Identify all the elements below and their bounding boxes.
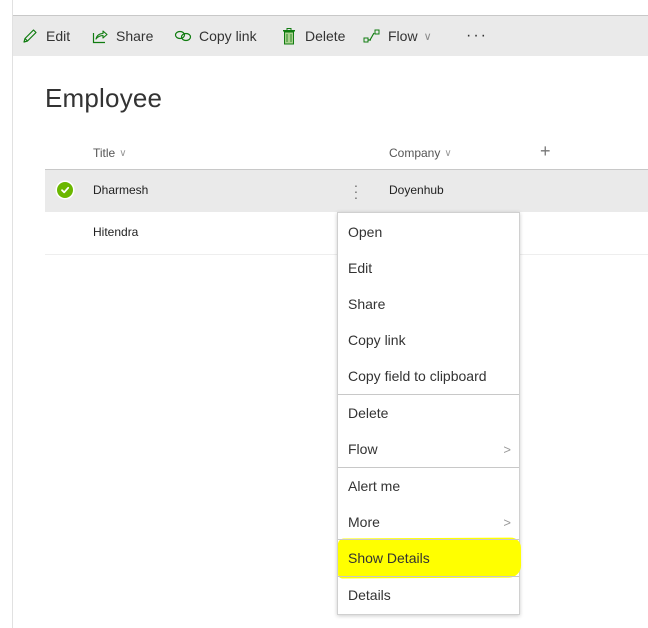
row-title-cell[interactable]: Hitendra [93,225,138,239]
add-column-button[interactable]: + [540,141,551,162]
menu-item-label: Show Details [348,550,430,566]
edit-label: Edit [46,28,71,44]
share-label: Share [116,28,154,44]
flow-label: Flow [388,28,418,44]
row-title-cell[interactable]: Dharmesh [93,183,148,197]
share-button[interactable]: Share [91,16,153,56]
row-selected-check-icon[interactable] [57,182,73,198]
table-row[interactable]: Dharmesh · · · Doyenhub [45,169,648,212]
delete-label: Delete [305,28,346,44]
menu-item-details[interactable]: Details [338,577,519,613]
page-left-border [12,0,13,628]
flow-icon [363,27,381,45]
column-header-company-label: Company [389,146,441,160]
more-options-button[interactable]: ··· [466,16,488,56]
copy-link-label: Copy link [199,28,257,44]
column-header-title-label: Title [93,146,116,160]
command-bar: Edit Share Copy link Delete Flow ∨ ··· [13,16,648,56]
pencil-icon [21,27,39,45]
row-company-cell: Doyenhub [389,183,444,197]
edit-button[interactable]: Edit [21,16,70,56]
chevron-down-icon: ∨ [444,147,452,159]
column-header-title[interactable]: Title ∨ [93,146,127,160]
chevron-down-icon: ∨ [423,30,432,43]
flow-dropdown-button[interactable]: Flow ∨ [363,16,432,56]
page-title: Employee [45,83,163,113]
copy-link-button[interactable]: Copy link [174,16,257,56]
menu-item-show-details[interactable]: Show Details [338,540,519,576]
suite-header-area [13,0,648,16]
share-icon [91,27,109,45]
trash-icon [280,27,298,45]
context-menu-overlay: Show Details Details [337,212,520,615]
delete-button[interactable]: Delete [280,16,345,56]
link-icon [174,27,192,45]
column-header-company[interactable]: Company ∨ [389,146,452,160]
menu-item-label: Details [348,587,391,603]
chevron-down-icon: ∨ [119,147,127,159]
kebab-menu-icon[interactable]: · · · [351,178,361,204]
